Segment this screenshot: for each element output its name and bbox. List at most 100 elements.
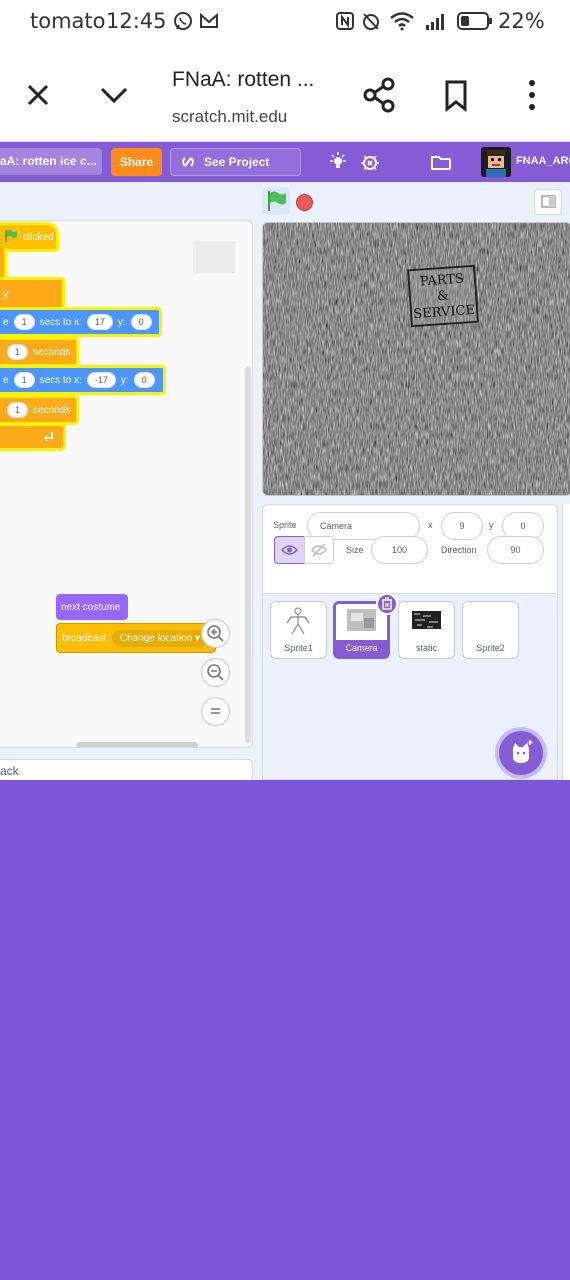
glide-2-y-input[interactable]: 0 xyxy=(133,372,155,388)
battery-icon xyxy=(457,10,493,32)
glide-2-y-label: y: xyxy=(120,374,129,386)
eye-icon xyxy=(280,545,299,555)
glide-2-x-input[interactable]: -17 xyxy=(86,372,116,388)
sprite-preview-thumbnail xyxy=(193,241,235,273)
broadcast-message-text: Change location xyxy=(119,632,193,644)
green-flag-button[interactable] xyxy=(262,187,290,215)
forever-block-top[interactable]: y xyxy=(0,277,65,310)
sprite-tile-sprite1[interactable]: Sprite1 xyxy=(270,601,327,659)
backpack-bar[interactable]: ack xyxy=(0,759,253,780)
sprite-info-panel: Sprite Camera x 9 y 0 Size 100 Direction… xyxy=(262,504,558,594)
loop-arrow-icon xyxy=(43,430,55,445)
vertical-scrollbar[interactable] xyxy=(245,367,251,743)
x-label: x xyxy=(428,520,433,530)
debug-icon[interactable] xyxy=(359,151,381,173)
bookmark-icon[interactable] xyxy=(436,75,476,115)
horizontal-scrollbar[interactable] xyxy=(76,742,198,747)
sprite-tile-static[interactable]: static xyxy=(398,601,455,659)
carrier-name: tomato xyxy=(30,9,106,33)
more-options-icon[interactable] xyxy=(512,75,552,115)
glide-2-label: secs to x: xyxy=(39,374,82,386)
sprite-tile-label: Sprite2 xyxy=(476,643,505,653)
see-project-page-button[interactable]: See Project Page xyxy=(170,148,301,182)
direction-input[interactable]: 90 xyxy=(487,536,544,564)
hide-sprite-toggle[interactable] xyxy=(304,536,334,564)
clock: 12:45 xyxy=(106,9,167,33)
add-sprite-button[interactable] xyxy=(499,731,543,775)
zoom-in-icon[interactable] xyxy=(201,619,230,648)
forever-block-label: y xyxy=(3,287,9,300)
see-project-page-label: See Project Page xyxy=(204,155,270,182)
y-label: y xyxy=(489,520,494,530)
share-button[interactable]: Share xyxy=(111,148,162,176)
stage-canvas[interactable]: PARTS & SERVICE xyxy=(262,222,570,496)
sprite1-thumbnail xyxy=(286,607,310,635)
eye-slash-icon xyxy=(311,543,327,557)
glide-block-1[interactable]: e 1 secs to x: 17 y: 0 xyxy=(0,307,162,337)
backpack-label: ack xyxy=(0,764,19,778)
next-costume-block[interactable]: next costume xyxy=(56,594,128,620)
sprite-list: Sprite1 Camera static Sprite2 xyxy=(262,593,558,780)
size-label: Size xyxy=(346,545,364,555)
stage-layout-icon[interactable] xyxy=(534,189,562,215)
sprite-tile-sprite2[interactable]: Sprite2 xyxy=(462,601,519,659)
when-flag-clicked-block[interactable]: clicked xyxy=(0,222,59,252)
username[interactable]: FNAA_ARC xyxy=(516,155,570,167)
wait-block-2[interactable]: 1 seconds xyxy=(0,395,79,425)
glide-1-x-input[interactable]: 17 xyxy=(86,314,113,330)
static-noise-backdrop xyxy=(263,223,570,495)
glide-1-secs-input[interactable]: 1 xyxy=(13,314,35,330)
broadcast-block[interactable]: broadcast Change location ▾ xyxy=(56,623,216,653)
zoom-out-icon[interactable] xyxy=(201,658,230,687)
sprite-tile-label: Sprite1 xyxy=(284,643,313,653)
glide-1-y-input[interactable]: 0 xyxy=(130,314,152,330)
glide-2-prefix: e xyxy=(3,374,9,386)
direction-label: Direction xyxy=(441,545,477,555)
broadcast-message-dropdown[interactable]: Change location ▾ xyxy=(111,629,209,647)
status-bar: tomato 12:45 22% xyxy=(0,0,570,44)
avatar[interactable] xyxy=(481,147,511,177)
nfc-icon xyxy=(334,10,356,32)
sign-line-3: SERVICE xyxy=(412,302,476,323)
x-position-input[interactable]: 9 xyxy=(441,512,483,540)
forever-block-bottom[interactable] xyxy=(0,423,66,451)
glide-1-y-label: y: xyxy=(117,316,126,328)
share-icon[interactable] xyxy=(360,75,400,115)
glide-2-secs-input[interactable]: 1 xyxy=(13,372,35,388)
green-flag-icon xyxy=(4,229,18,246)
battery-level: 22% xyxy=(498,9,545,33)
sprite-tile-label: Camera xyxy=(336,640,387,656)
stop-button[interactable] xyxy=(296,194,313,211)
code-area[interactable]: clicked y e 1 secs to x: 17 y: 0 1 secon… xyxy=(0,220,253,748)
page-title: FNaA: rotten ... xyxy=(172,68,315,91)
delete-sprite-icon[interactable] xyxy=(376,593,398,615)
sprite-tile-label: static xyxy=(415,643,437,653)
wait-2-input[interactable]: 1 xyxy=(7,402,29,418)
size-input[interactable]: 100 xyxy=(371,536,428,564)
project-title-input[interactable]: aA: rotten ice c... xyxy=(0,148,102,175)
browser-toolbar: FNaA: rotten ... scratch.mit.edu xyxy=(0,44,570,142)
hat-block-label: clicked xyxy=(23,231,54,243)
static-thumbnail xyxy=(412,611,441,629)
sprite-name-label: Sprite xyxy=(273,520,297,530)
lightbulb-icon[interactable] xyxy=(327,151,349,173)
wait-block-1[interactable]: 1 seconds xyxy=(0,337,79,367)
broadcast-label: broadcast xyxy=(62,632,106,644)
close-icon[interactable] xyxy=(18,75,58,115)
cat-icon xyxy=(513,740,533,763)
zoom-reset-icon[interactable] xyxy=(201,697,230,726)
glide-1-label: secs to x: xyxy=(39,316,82,328)
wait-1-input[interactable]: 1 xyxy=(7,344,29,360)
whatsapp-icon xyxy=(172,10,194,32)
project-page-icon xyxy=(181,149,195,182)
scratch-menu-bar: aA: rotten ice c... Share See Project Pa… xyxy=(0,142,570,182)
wait-1-label: seconds xyxy=(33,346,71,358)
stage-target-pane-edge xyxy=(562,504,570,780)
show-sprite-toggle[interactable] xyxy=(274,536,305,564)
signal-icon xyxy=(424,10,450,32)
chevron-down-icon[interactable] xyxy=(94,75,134,115)
folder-icon[interactable] xyxy=(430,151,452,173)
page-url[interactable]: scratch.mit.edu xyxy=(172,107,287,127)
glide-block-2[interactable]: e 1 secs to x: -17 y: 0 xyxy=(0,365,166,395)
next-costume-label: next costume xyxy=(61,601,121,613)
